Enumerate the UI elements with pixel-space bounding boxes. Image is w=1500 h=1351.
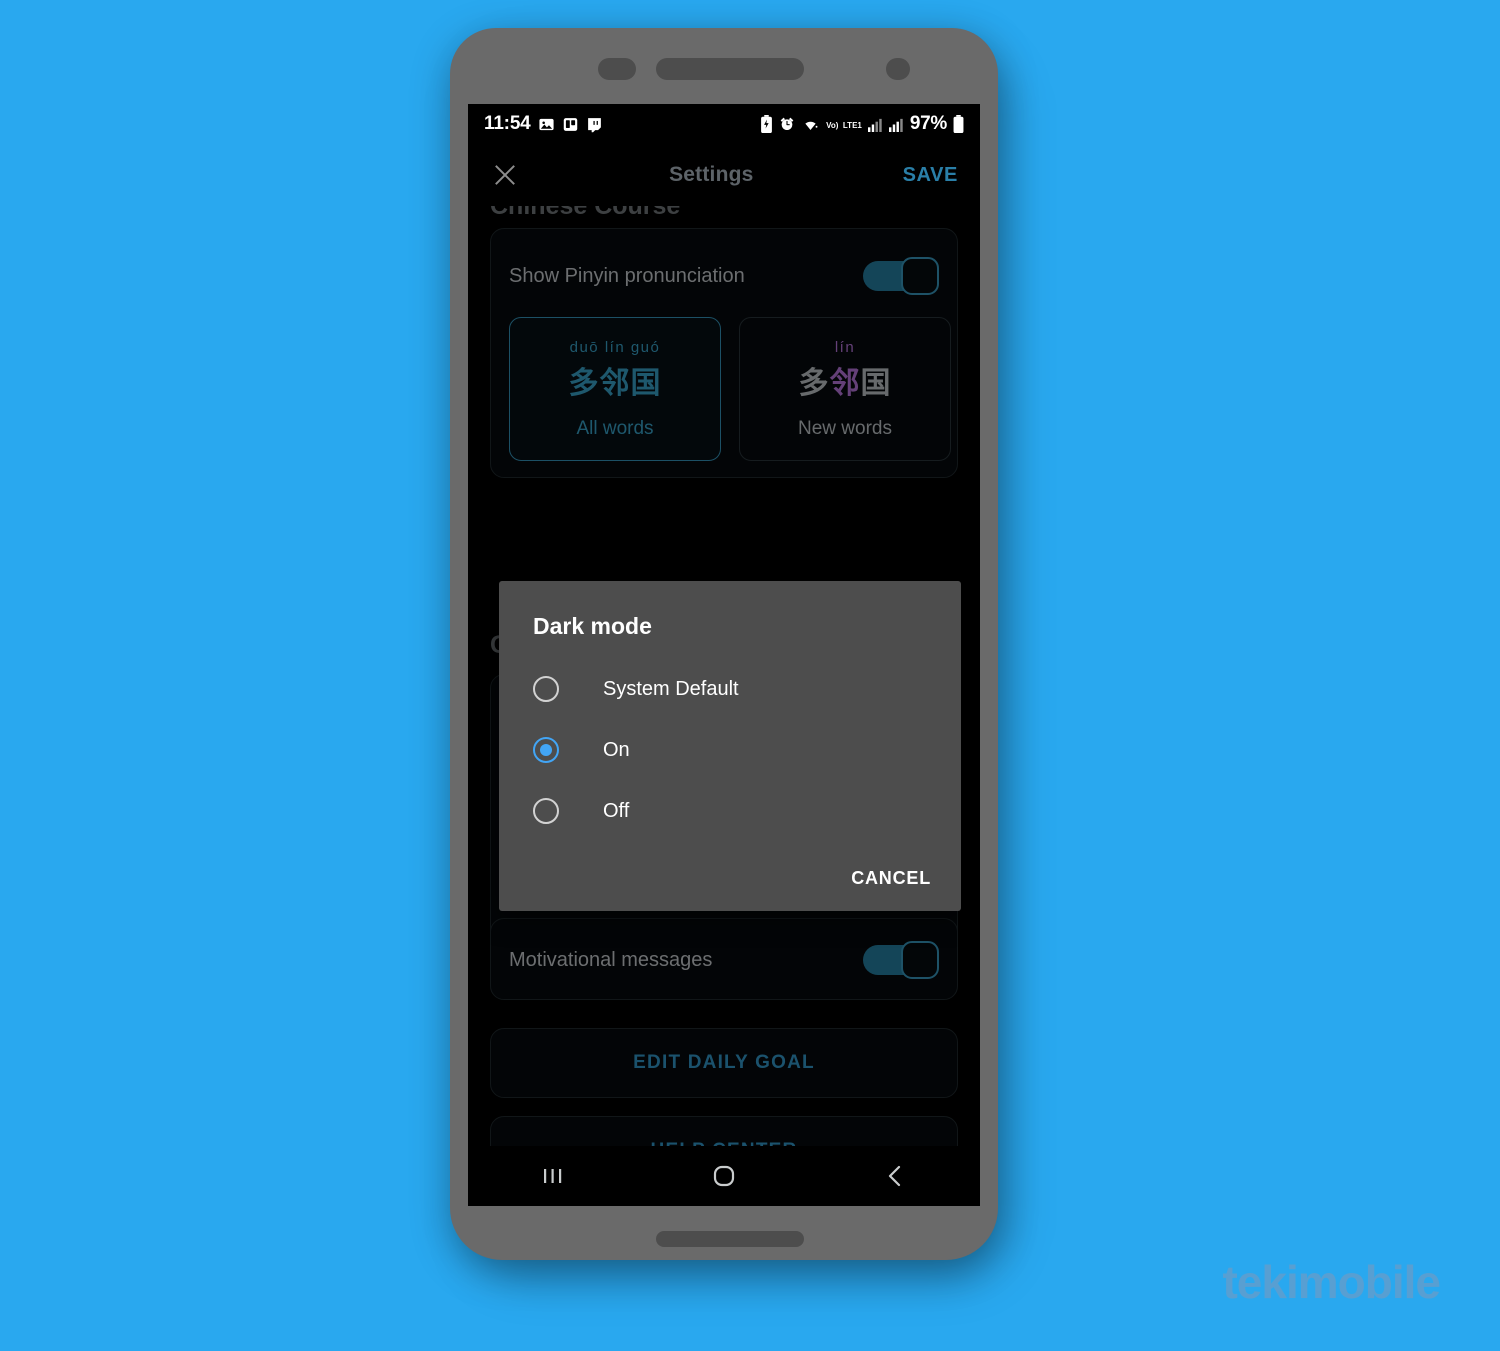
recents-icon[interactable] — [508, 1153, 598, 1199]
phone-screen: 11:54 Vo) LTE1 97% Settings SAVE Chinese… — [468, 104, 980, 1206]
settings-content: Chinese Course Show Pinyin pronunciation… — [468, 206, 980, 1166]
twitch-icon — [586, 116, 603, 133]
phone-front-camera — [886, 58, 910, 80]
back-icon[interactable] — [850, 1153, 940, 1199]
gallery-icon — [538, 116, 555, 133]
dark-mode-dialog: Dark mode System Default On Off CANCEL — [499, 581, 961, 911]
status-bar-right: Vo) LTE1 97% — [760, 113, 964, 135]
network-type-label: Vo) LTE1 — [826, 121, 862, 130]
save-button[interactable]: SAVE — [903, 164, 958, 187]
radio-option-label: System Default — [603, 677, 739, 700]
signal-bars-sim1-icon — [867, 117, 883, 132]
alarm-icon — [779, 116, 795, 132]
radio-button-selected[interactable] — [533, 737, 559, 763]
signal-bars-sim2-icon — [888, 117, 904, 132]
phone-bottom-accent — [656, 1231, 804, 1247]
radio-option-label: Off — [603, 799, 630, 822]
radio-option-on[interactable]: On — [533, 728, 929, 772]
radio-button[interactable] — [533, 798, 559, 824]
radio-button[interactable] — [533, 676, 559, 702]
phone-sensor — [598, 58, 636, 80]
radio-option-system-default[interactable]: System Default — [533, 667, 929, 711]
app-bar: Settings SAVE — [468, 144, 980, 206]
battery-percentage: 97% — [909, 113, 947, 134]
cancel-button[interactable]: CANCEL — [851, 868, 931, 889]
battery-icon — [953, 115, 964, 133]
close-icon[interactable] — [490, 160, 520, 190]
status-bar-clock: 11:54 — [484, 113, 531, 134]
dialog-title: Dark mode — [533, 613, 652, 639]
wifi-icon — [801, 116, 820, 132]
watermark-tekimobile: tekimobile — [1222, 1256, 1441, 1308]
page-title: Settings — [669, 163, 754, 186]
home-icon[interactable] — [679, 1153, 769, 1199]
status-bar: 11:54 Vo) LTE1 97% — [468, 104, 980, 144]
phone-earpiece-speaker — [656, 58, 804, 80]
status-bar-left: 11:54 — [484, 113, 603, 135]
trello-icon — [562, 116, 579, 133]
android-navigation-bar — [468, 1146, 980, 1206]
battery-saver-icon — [760, 115, 773, 133]
radio-option-off[interactable]: Off — [533, 789, 929, 833]
radio-option-label: On — [603, 738, 630, 761]
